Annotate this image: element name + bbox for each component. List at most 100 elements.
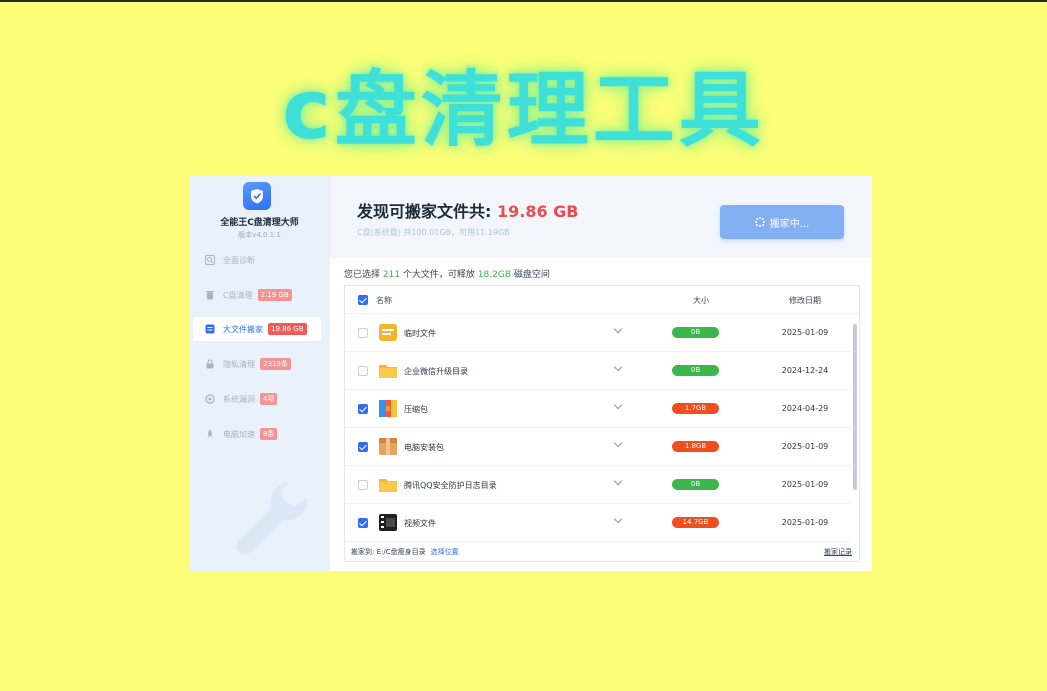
package-icon: [378, 437, 398, 456]
file-size-badge: 0B: [672, 327, 719, 338]
file-date: 2025-01-09: [781, 518, 829, 527]
file-move-icon: [205, 324, 215, 334]
wrench-icon: [236, 482, 308, 555]
column-header-name: 名称: [376, 296, 392, 305]
file-date: 2024-12-24: [781, 366, 829, 375]
file-name: 电脑安装包: [404, 443, 444, 452]
chevron-down-icon[interactable]: [614, 479, 622, 487]
selection-suffix: 磁盘空间: [510, 270, 550, 280]
video-file-icon: [378, 513, 398, 532]
destination-label: 搬家到: E:/C盘瘦身目录: [351, 548, 426, 556]
nav-badge: 19.86 GB: [268, 323, 307, 335]
banner-title: c盘清理工具: [282, 63, 765, 158]
app-window: 全能王C盘清理大师 版本v4.0.1.1 全面诊断 C盘清理 2.19 GB 大…: [189, 176, 872, 571]
file-name: 腾讯QQ安全防护日志目录: [404, 481, 497, 490]
row-checkbox[interactable]: [358, 518, 368, 528]
found-summary: 发现可搬家文件共: 19.86 GB: [357, 198, 579, 222]
sidebar-item-label: 大文件搬家: [223, 324, 263, 334]
sidebar-item-full-scan[interactable]: 全面诊断: [193, 248, 321, 272]
table-footer: 搬家到: E:/C盘瘦身目录 选择位置 搬家记录: [345, 543, 859, 561]
sidebar-item-label: 隐私清理: [223, 359, 255, 369]
app-name: 全能王C盘清理大师: [220, 218, 299, 228]
scrollbar[interactable]: [853, 324, 857, 490]
top-border: [0, 0, 1047, 2]
sidebar-item-privacy-clean[interactable]: 隐私清理 2319条: [193, 352, 321, 376]
chevron-down-icon[interactable]: [614, 403, 622, 411]
sidebar-item-label: 全面诊断: [223, 255, 255, 265]
shield-scan-icon: [205, 394, 215, 404]
sidebar-item-c-clean[interactable]: C盘清理 2.19 GB: [193, 283, 321, 307]
sidebar-item-label: C盘清理: [223, 290, 253, 300]
column-header-size: 大小: [693, 296, 709, 305]
sidebar-item-speed-up[interactable]: 电脑加速 8条: [193, 422, 321, 446]
row-checkbox[interactable]: [358, 404, 368, 414]
app-logo: [243, 182, 271, 210]
chevron-down-icon[interactable]: [614, 441, 622, 449]
app-version: 版本v4.0.1.1: [238, 231, 281, 239]
header: 发现可搬家文件共: 19.86 GB C盘(系统盘) 共100.01GB，可用1…: [330, 176, 872, 258]
trash-icon: [205, 290, 215, 300]
file-date: 2025-01-09: [781, 442, 829, 451]
selection-size: 18.2GB: [477, 270, 511, 280]
table-row[interactable]: 视频文件 14.7GB 2025-01-09: [345, 504, 851, 542]
destination: 搬家到: E:/C盘瘦身目录 选择位置: [351, 547, 459, 557]
file-table: 名称 大小 修改日期 临时文件 0B 2025-01-09 企业微信升级目录 0B 202…: [344, 285, 860, 562]
file-size-badge: 0B: [672, 365, 719, 376]
spinner-icon: [754, 217, 765, 227]
file-size-badge: 14.7GB: [672, 517, 719, 528]
moving-button-label: 搬家中...: [769, 218, 810, 230]
nav-badge: 2.19 GB: [257, 289, 292, 301]
table-row[interactable]: 临时文件 0B 2025-01-09: [345, 314, 851, 352]
temp-file-icon: [378, 323, 398, 342]
table-row[interactable]: 企业微信升级目录 0B 2024-12-24: [345, 352, 851, 390]
file-size-badge: 1.7GB: [672, 403, 719, 414]
nav-badge: 2319条: [260, 358, 291, 370]
archive-icon: [378, 399, 398, 418]
file-name: 临时文件: [404, 329, 436, 338]
file-name: 视频文件: [404, 519, 436, 528]
found-label: 发现可搬家文件共:: [357, 202, 497, 221]
rocket-icon: [205, 429, 215, 439]
found-size: 19.86 GB: [496, 202, 579, 221]
file-size-badge: 0B: [672, 479, 719, 490]
chevron-down-icon[interactable]: [614, 365, 622, 373]
row-checkbox[interactable]: [358, 328, 368, 338]
file-date: 2025-01-09: [781, 480, 829, 489]
main-panel: 发现可搬家文件共: 19.86 GB C盘(系统盘) 共100.01GB，可用1…: [330, 176, 872, 571]
selection-prefix: 您已选择: [344, 270, 383, 280]
nav-badge: 4项: [260, 393, 278, 405]
row-checkbox[interactable]: [358, 442, 368, 452]
selection-summary: 您已选择 211 个大文件，可释放 18.2GB 磁盘空间: [344, 267, 550, 280]
column-header-date: 修改日期: [789, 296, 821, 305]
move-history-link[interactable]: 搬家记录: [824, 547, 852, 557]
sidebar-item-label: 系统漏洞: [223, 394, 255, 404]
table-row[interactable]: 电脑安装包 1.8GB 2025-01-09: [345, 428, 851, 466]
choose-location-link[interactable]: 选择位置: [431, 548, 459, 556]
table-row[interactable]: 压缩包 1.7GB 2024-04-29: [345, 390, 851, 428]
lock-icon: [205, 359, 215, 369]
row-checkbox[interactable]: [358, 366, 368, 376]
table-header: 名称 大小 修改日期: [345, 286, 859, 314]
chevron-down-icon[interactable]: [614, 327, 622, 335]
moving-button[interactable]: 搬家中...: [720, 205, 844, 239]
sidebar-item-large-file-move[interactable]: 大文件搬家 19.86 GB: [193, 317, 321, 341]
row-checkbox[interactable]: [358, 480, 368, 490]
folder-icon: [378, 361, 398, 380]
scan-icon: [205, 255, 215, 265]
file-name: 压缩包: [404, 405, 428, 414]
selection-count: 211: [382, 270, 401, 280]
file-date: 2024-04-29: [781, 404, 829, 413]
chevron-down-icon[interactable]: [614, 517, 622, 525]
select-all-checkbox[interactable]: [358, 295, 368, 305]
sidebar: 全能王C盘清理大师 版本v4.0.1.1 全面诊断 C盘清理 2.19 GB 大…: [189, 176, 330, 571]
sidebar-item-system-vulnerability[interactable]: 系统漏洞 4项: [193, 387, 321, 411]
file-date: 2025-01-09: [781, 328, 829, 337]
file-size-badge: 1.8GB: [672, 441, 719, 452]
selection-middle: 个大文件，可释放: [400, 270, 478, 280]
disk-info: C盘(系统盘) 共100.01GB，可用11.19GB: [357, 228, 510, 237]
folder-icon: [378, 475, 398, 494]
file-name: 企业微信升级目录: [404, 367, 468, 376]
sidebar-item-label: 电脑加速: [223, 429, 255, 439]
shield-broom-icon: [251, 189, 263, 204]
table-row[interactable]: 腾讯QQ安全防护日志目录 0B 2025-01-09: [345, 466, 851, 504]
